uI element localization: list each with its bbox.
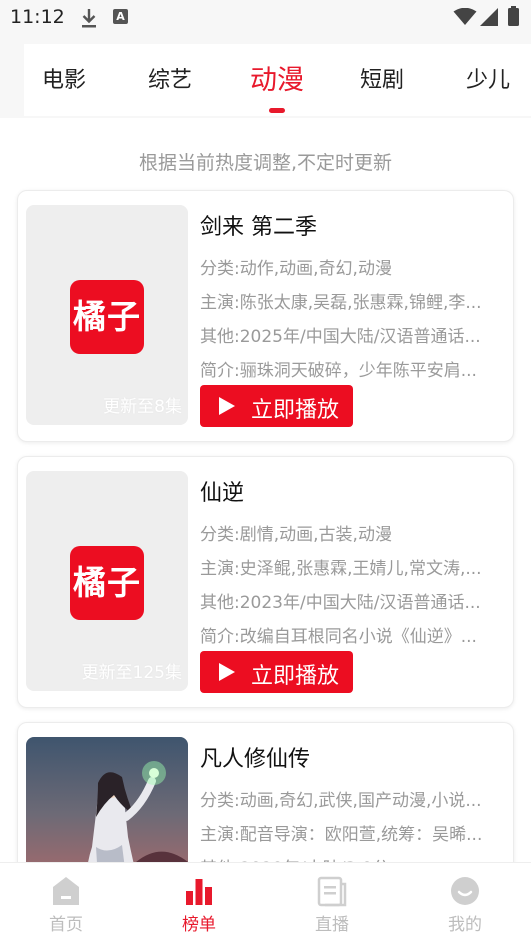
app-logo: 橘子: [70, 280, 144, 354]
poster-placeholder[interactable]: 橘子 更新至125集: [26, 471, 188, 691]
battery-icon: [508, 6, 519, 26]
signal-icon: [480, 8, 498, 26]
wifi-icon: [453, 8, 477, 25]
play-now-button[interactable]: 立即播放: [200, 651, 353, 693]
item-title[interactable]: 剑来 第二季: [200, 209, 317, 241]
home-icon: [53, 877, 79, 905]
poster-placeholder[interactable]: 橘子 更新至8集: [26, 205, 188, 425]
tab-movie[interactable]: 电影: [42, 62, 86, 94]
status-bar: 11:12 A: [0, 0, 531, 36]
ranking-list[interactable]: 根据当前热度调整,不定时更新 橘子 更新至8集 剑来 第二季 分类:动作,动画,…: [0, 118, 531, 862]
item-cast: 主演:史泽鲲,张惠霖,王婧儿,常文涛,...: [200, 559, 482, 579]
nav-profile[interactable]: 我的: [399, 863, 531, 944]
update-status: 更新至125集: [81, 663, 182, 683]
play-icon: [219, 397, 235, 415]
item-cast: 主演:配音导演：欧阳萱,统筹：吴晞...: [200, 825, 483, 845]
chart-icon: [186, 879, 212, 905]
tab-short-drama[interactable]: 短剧: [360, 62, 404, 94]
item-other: 其他:2025年/中国大陆/汉语普通话...: [200, 327, 481, 347]
item-other: 其他:2020年/大陆/3.0分: [200, 854, 508, 862]
list-tip: 根据当前热度调整,不定时更新: [138, 152, 393, 174]
tab-anime[interactable]: 动漫: [250, 58, 304, 97]
category-tabs: 电影 综艺 动漫 短剧 少儿: [24, 44, 531, 116]
app-screen: 11:12 A 电影 综艺 动漫 短剧 少儿 根据当前热度调整,不定时更新 橘子…: [0, 0, 531, 944]
list-item[interactable]: 橘子 更新至8集 剑来 第二季 分类:动作,动画,奇幻,动漫 主演:陈张太康,吴…: [17, 190, 514, 442]
item-category: 分类:动作,动画,奇幻,动漫: [200, 259, 392, 279]
item-title[interactable]: 仙逆: [200, 475, 244, 507]
item-category: 分类:剧情,动画,古装,动漫: [200, 525, 392, 545]
list-item[interactable]: 橘子 更新至125集 仙逆 分类:剧情,动画,古装,动漫 主演:史泽鲲,张惠霖,…: [17, 456, 514, 708]
poster-image[interactable]: [26, 737, 188, 862]
item-intro: 简介:改编自耳根同名小说《仙逆》...: [200, 627, 477, 647]
list-item[interactable]: 凡人修仙传 分类:动画,奇幻,武侠,国产动漫,小说... 主演:配音导演：欧阳萱…: [17, 722, 514, 862]
item-title[interactable]: 凡人修仙传: [200, 741, 310, 773]
update-status: 更新至8集: [103, 397, 182, 417]
item-intro: 简介:骊珠洞天破碎，少年陈平安肩...: [200, 361, 477, 381]
nav-profile-label: 我的: [448, 915, 482, 935]
item-category: 分类:动画,奇幻,武侠,国产动漫,小说...: [200, 791, 482, 811]
poster-character-art: [88, 761, 188, 862]
profile-icon: [451, 877, 479, 905]
item-other: 其他:2023年/中国大陆/汉语普通话...: [200, 593, 481, 613]
play-button-label: 立即播放: [251, 398, 340, 423]
item-cast: 主演:陈张太康,吴磊,张惠霖,锦鲤,李...: [200, 293, 482, 313]
tab-kids[interactable]: 少儿: [466, 62, 510, 94]
active-tab-indicator: [269, 108, 285, 113]
download-icon: [82, 9, 96, 28]
play-icon: [219, 663, 235, 681]
nav-live-label: 直播: [315, 915, 349, 935]
nav-ranking[interactable]: 榜单: [133, 863, 265, 944]
bottom-navigation: 首页 榜单 直播 我的: [0, 862, 531, 944]
app-logo: 橘子: [70, 546, 144, 620]
status-time: 11:12: [10, 6, 65, 28]
nav-home-label: 首页: [49, 915, 83, 935]
nav-home[interactable]: 首页: [0, 863, 132, 944]
play-now-button[interactable]: 立即播放: [200, 385, 353, 427]
nav-live[interactable]: 直播: [266, 863, 398, 944]
nav-ranking-label: 榜单: [182, 915, 216, 935]
a-icon: A: [113, 9, 128, 24]
tab-variety[interactable]: 综艺: [148, 62, 192, 94]
live-icon: [317, 876, 347, 907]
play-button-label: 立即播放: [251, 664, 340, 689]
